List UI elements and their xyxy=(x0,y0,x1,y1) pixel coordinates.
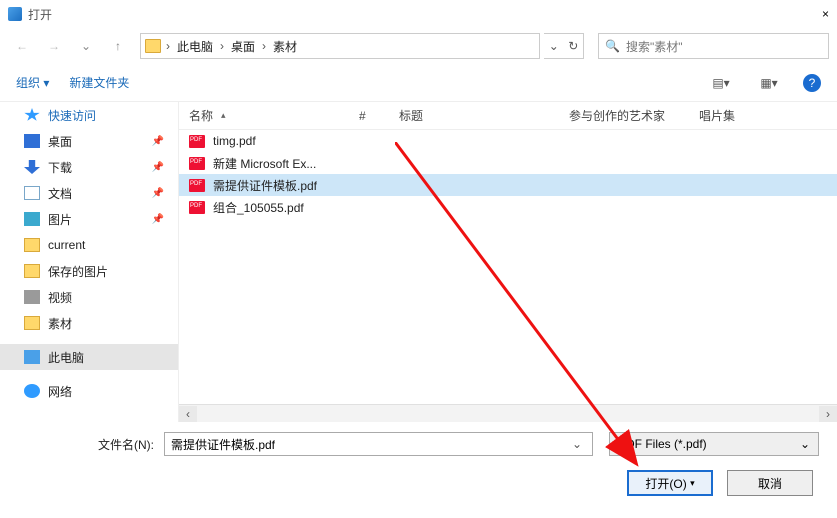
filetype-select[interactable]: PDF Files (*.pdf) ⌄ xyxy=(609,432,819,456)
recent-dropdown[interactable]: ⌄ xyxy=(72,32,100,60)
folder-icon xyxy=(145,39,161,53)
filename-value: 需提供证件模板.pdf xyxy=(171,436,568,453)
sidebar-item-videos[interactable]: 视频 xyxy=(0,284,178,310)
sidebar-item-current[interactable]: current xyxy=(0,232,178,258)
scroll-right-icon[interactable]: › xyxy=(819,406,837,422)
folder-icon xyxy=(24,238,40,252)
pdf-icon xyxy=(189,179,205,192)
pin-icon: 📌 xyxy=(152,162,164,173)
sidebar-item-downloads[interactable]: 下载📌 xyxy=(0,154,178,180)
network-icon xyxy=(24,384,40,398)
sidebar-item-documents[interactable]: 文档📌 xyxy=(0,180,178,206)
pictures-icon xyxy=(24,212,40,226)
window-title: 打开 xyxy=(28,6,52,23)
breadcrumb-extra: ⌄ ↻ xyxy=(544,33,584,59)
sidebar-item-sucai[interactable]: 素材 xyxy=(0,310,178,336)
pdf-icon xyxy=(189,157,205,170)
up-button[interactable]: ↑ xyxy=(104,32,132,60)
col-album[interactable]: 唱片集 xyxy=(689,107,837,124)
sidebar-item-savedpics[interactable]: 保存的图片 xyxy=(0,258,178,284)
sidebar: 快速访问 桌面📌 下载📌 文档📌 图片📌 current 保存的图片 视频 素材… xyxy=(0,102,178,422)
filetype-dropdown-icon: ⌄ xyxy=(800,437,810,451)
pin-icon: 📌 xyxy=(152,136,164,147)
sidebar-quick-access[interactable]: 快速访问 xyxy=(0,102,178,128)
horizontal-scrollbar[interactable]: ‹ › xyxy=(179,404,837,422)
view-mode-button[interactable]: ▤▾ xyxy=(707,72,735,94)
pin-icon: 📌 xyxy=(152,188,164,199)
search-input[interactable]: 🔍 搜索"素材" xyxy=(598,33,829,59)
preview-pane-button[interactable]: ▦▾ xyxy=(755,72,783,94)
col-artist[interactable]: 参与创作的艺术家 xyxy=(559,107,689,124)
filename-input[interactable]: 需提供证件模板.pdf ⌄ xyxy=(164,432,593,456)
new-folder-button[interactable]: 新建文件夹 xyxy=(69,74,129,91)
folder-icon xyxy=(24,316,40,330)
col-name[interactable]: 名称▴ xyxy=(179,107,349,124)
close-icon[interactable]: × xyxy=(822,7,829,21)
file-row[interactable]: 需提供证件模板.pdf xyxy=(179,174,837,196)
desktop-icon xyxy=(24,134,40,148)
col-title[interactable]: 标题 xyxy=(389,107,559,124)
cancel-button[interactable]: 取消 xyxy=(727,470,813,496)
refresh-icon[interactable]: ↻ xyxy=(568,39,578,53)
document-icon xyxy=(24,186,40,200)
scroll-left-icon[interactable]: ‹ xyxy=(179,406,197,422)
sidebar-network[interactable]: 网络 xyxy=(0,378,178,404)
nav-bar: ← → ⌄ ↑ › 此电脑 › 桌面 › 素材 ⌄ ↻ 🔍 搜索"素材" xyxy=(0,28,837,64)
video-icon xyxy=(24,290,40,304)
pdf-icon xyxy=(189,135,205,148)
folder-icon xyxy=(24,264,40,278)
file-row[interactable]: 新建 Microsoft Ex... xyxy=(179,152,837,174)
pdf-icon xyxy=(189,201,205,214)
file-row[interactable]: 组合_105055.pdf xyxy=(179,196,837,218)
file-list-area: 名称▴ # 标题 参与创作的艺术家 唱片集 timg.pdf 新建 Micros… xyxy=(178,102,837,422)
search-icon: 🔍 xyxy=(605,39,620,53)
star-icon xyxy=(24,108,40,122)
back-button[interactable]: ← xyxy=(8,32,36,60)
forward-button[interactable]: → xyxy=(40,32,68,60)
column-headers: 名称▴ # 标题 参与创作的艺术家 唱片集 xyxy=(179,102,837,130)
col-number[interactable]: # xyxy=(349,109,389,123)
filename-label: 文件名(N): xyxy=(18,436,158,453)
file-row[interactable]: timg.pdf xyxy=(179,130,837,152)
search-placeholder: 搜索"素材" xyxy=(626,38,683,55)
crumb-thispc[interactable]: 此电脑 xyxy=(175,38,215,55)
app-icon xyxy=(8,7,22,21)
filename-dropdown-icon[interactable]: ⌄ xyxy=(568,437,586,451)
pin-icon: 📌 xyxy=(152,214,164,225)
sort-caret-icon: ▴ xyxy=(221,110,226,121)
crumb-sucai[interactable]: 素材 xyxy=(271,38,299,55)
dialog-body: 快速访问 桌面📌 下载📌 文档📌 图片📌 current 保存的图片 视频 素材… xyxy=(0,102,837,422)
breadcrumb-dropdown-icon[interactable]: ⌄ xyxy=(549,39,559,53)
help-button[interactable]: ? xyxy=(803,74,821,92)
sidebar-this-pc[interactable]: 此电脑 xyxy=(0,344,178,370)
breadcrumb[interactable]: › 此电脑 › 桌面 › 素材 xyxy=(140,33,540,59)
organize-button[interactable]: 组织 ▾ xyxy=(16,74,49,91)
title-bar: 打开 × xyxy=(0,0,837,28)
sidebar-item-pictures[interactable]: 图片📌 xyxy=(0,206,178,232)
crumb-desktop[interactable]: 桌面 xyxy=(229,38,257,55)
sidebar-item-desktop[interactable]: 桌面📌 xyxy=(0,128,178,154)
download-icon xyxy=(24,160,40,174)
file-rows: timg.pdf 新建 Microsoft Ex... 需提供证件模板.pdf … xyxy=(179,130,837,404)
open-button[interactable]: 打开(O) ▾ xyxy=(627,470,713,496)
toolbar: 组织 ▾ 新建文件夹 ▤▾ ▦▾ ? xyxy=(0,64,837,102)
footer: 文件名(N): 需提供证件模板.pdf ⌄ PDF Files (*.pdf) … xyxy=(0,422,837,496)
filetype-value: PDF Files (*.pdf) xyxy=(618,437,707,451)
pc-icon xyxy=(24,350,40,364)
